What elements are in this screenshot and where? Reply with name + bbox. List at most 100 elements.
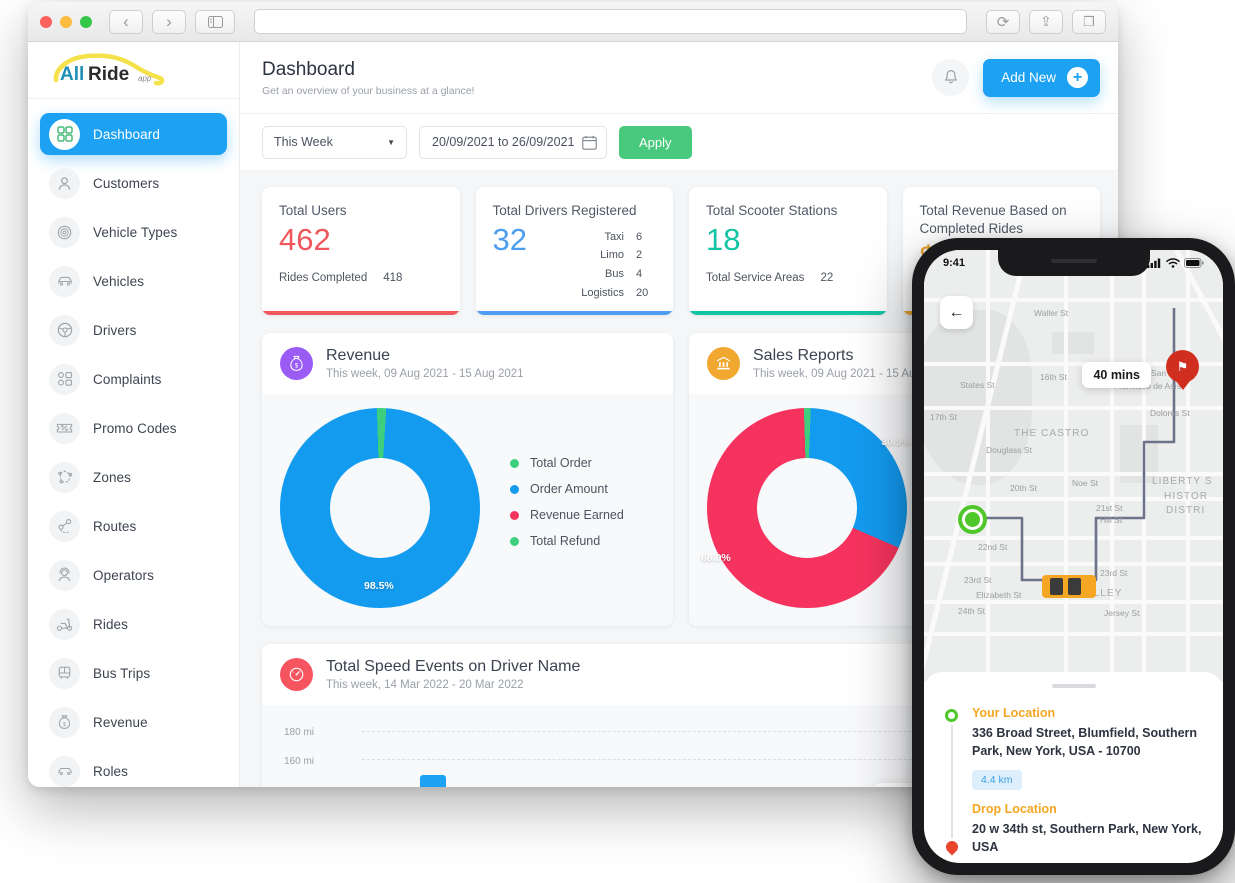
- notifications-button[interactable]: [932, 59, 970, 96]
- map-label: 24th St: [958, 606, 985, 616]
- sidebar-item-label: Routes: [93, 518, 137, 534]
- stat-title: Total Revenue Based on Completed Rides: [919, 203, 1067, 236]
- status-time: 9:41: [943, 257, 966, 269]
- stat-title: Total Scooter Stations: [706, 203, 838, 218]
- svg-text:All: All: [60, 64, 84, 85]
- roles-icon: [49, 755, 80, 787]
- calendar-icon: [582, 135, 597, 150]
- stat-sub-value: 418: [383, 271, 403, 284]
- bus-icon: [49, 657, 80, 689]
- toggle-sidebar-button[interactable]: [195, 9, 235, 34]
- sidebar-item-bus-trips[interactable]: Bus Trips: [40, 652, 227, 694]
- tabs-icon: ❐: [1083, 13, 1095, 29]
- drop-address: 20 w 34th st, Southern Park, New York, U…: [972, 822, 1202, 855]
- page-heading: Dashboard Get an overview of your busine…: [262, 59, 474, 97]
- screenshot-stage: ‹ › ⟳ ⇪ ❐ All Ride app Dashboard Custome…: [0, 0, 1235, 883]
- date-range-value: 20/09/2021 to 26/09/2021: [432, 135, 575, 149]
- share-button[interactable]: ⇪: [1029, 9, 1063, 34]
- legend-color-dot: [510, 536, 519, 546]
- revenue-legend: Total Order Order Amount Revenue Earned Tot…: [510, 456, 624, 560]
- map-label: Hill St: [1100, 515, 1123, 525]
- speed-bar[interactable]: [420, 775, 446, 787]
- map-label: HISTOR: [1164, 491, 1209, 502]
- back-arrow-icon[interactable]: ←: [940, 296, 973, 329]
- battery-icon: [1184, 258, 1204, 268]
- svg-text:app: app: [138, 74, 152, 83]
- stat-value: 462: [279, 221, 331, 257]
- back-icon: ‹: [123, 11, 129, 31]
- sidebar-item-label: Complaints: [93, 371, 162, 387]
- sidebar-item-rides[interactable]: Rides: [40, 603, 227, 645]
- sidebar-nav: Dashboard Customers Vehicle Types Vehicles D…: [28, 99, 239, 787]
- locations-text: Your Location 336 Broad Street, Blumfiel…: [972, 706, 1203, 857]
- reload-button[interactable]: ⟳: [986, 9, 1020, 34]
- eta-badge: 40 mins: [1082, 362, 1151, 388]
- sales-donut-label-0: 30.9%: [881, 436, 911, 448]
- stat-sub-label: Rides Completed: [279, 271, 368, 284]
- address-bar[interactable]: [254, 9, 967, 34]
- bank-chart-glyph: [716, 356, 731, 370]
- legend-label: Total Refund: [530, 534, 601, 548]
- sidebar-item-vehicles[interactable]: Vehicles: [40, 260, 227, 302]
- stat-body: 32 Taxi 6 Limo 2 Bus 4 Logistics 20: [493, 222, 657, 304]
- money-bag-icon: $: [49, 706, 80, 738]
- legend-item: Total Order: [510, 456, 624, 470]
- brand-logo[interactable]: All Ride app: [28, 42, 239, 99]
- bell-icon: [944, 70, 957, 84]
- apply-button[interactable]: Apply: [619, 125, 692, 159]
- sheet-grabber[interactable]: [1051, 684, 1096, 688]
- rail-line: [950, 725, 953, 838]
- money-bag-icon: $: [280, 347, 313, 380]
- phone-status-bar: 9:41: [924, 250, 1223, 276]
- add-new-button[interactable]: Add New +: [983, 58, 1100, 97]
- map-label: 16th St: [1040, 372, 1067, 382]
- steering-icon: [49, 314, 80, 346]
- sidebar-item-zones[interactable]: Zones: [40, 456, 227, 498]
- sidebar-item-complaints[interactable]: Complaints: [40, 358, 227, 400]
- chevron-down-icon: ▼: [387, 137, 395, 147]
- sidebar-item-revenue[interactable]: $ Revenue: [40, 701, 227, 743]
- sidebar-item-promo-codes[interactable]: Promo Codes: [40, 407, 227, 449]
- map-label: 23rd St: [1100, 568, 1128, 578]
- maximize-window-button[interactable]: [80, 15, 92, 28]
- breakdown-value: 20: [636, 287, 649, 300]
- window-controls[interactable]: [40, 15, 92, 28]
- ytick-1: 160 mi: [284, 756, 315, 767]
- stat-card-1: Total Drivers Registered 32 Taxi 6 Limo 2 Bus 4…: [475, 187, 673, 315]
- sidebar-item-label: Rides: [93, 616, 129, 632]
- breakdown-label: Limo: [600, 249, 624, 262]
- sidebar-item-label: Dashboard: [93, 126, 160, 142]
- tabs-button[interactable]: ❐: [1072, 9, 1106, 34]
- sidebar-item-dashboard[interactable]: Dashboard: [40, 113, 227, 155]
- legend-item: Total Refund: [510, 534, 624, 548]
- forward-icon: ›: [166, 11, 172, 31]
- polygon-icon: [49, 461, 80, 493]
- minimize-window-button[interactable]: [60, 15, 72, 28]
- sidebar-item-customers[interactable]: Customers: [40, 162, 227, 204]
- sidebar-item-label: Roles: [93, 763, 129, 779]
- date-range-input[interactable]: 20/09/2021 to 26/09/2021: [419, 125, 607, 159]
- back-button[interactable]: ‹: [109, 9, 143, 34]
- map-label: 17th St: [930, 412, 957, 422]
- origin-dot-icon: [958, 505, 987, 534]
- page-subtitle: Get an overview of your business at a gl…: [262, 84, 475, 97]
- phone-mockup: ⚑ 40 mins ← Waller St 16th St States St 17t…: [912, 238, 1235, 875]
- bank-chart-icon: [707, 347, 740, 380]
- sidebar-item-roles[interactable]: Roles: [40, 750, 227, 787]
- sidebar-item-drivers[interactable]: Drivers: [40, 309, 227, 351]
- sidebar-item-operators[interactable]: Operators: [40, 554, 227, 596]
- range-select[interactable]: This Week ▼: [262, 125, 407, 159]
- drop-pin-icon: [943, 838, 960, 855]
- stat-subline: Rides Completed 418: [279, 272, 443, 284]
- close-window-button[interactable]: [40, 15, 52, 28]
- revenue-card-body: 98.5% Total Order Order Amount Revenue Ear…: [262, 394, 673, 626]
- map-view[interactable]: ⚑ 40 mins ← Waller St 16th St States St 17t…: [924, 250, 1223, 682]
- map-label: 21st St: [1096, 503, 1123, 513]
- legend-color-dot: [510, 484, 519, 494]
- sidebar-item-label: Revenue: [93, 714, 148, 730]
- sidebar-item-routes[interactable]: Routes: [40, 505, 227, 547]
- sidebar-item-vehicle-types[interactable]: Vehicle Types: [40, 211, 227, 253]
- map-label: DISTRI: [1166, 505, 1206, 516]
- forward-button[interactable]: ›: [152, 9, 186, 34]
- status-indicators: [1147, 258, 1204, 268]
